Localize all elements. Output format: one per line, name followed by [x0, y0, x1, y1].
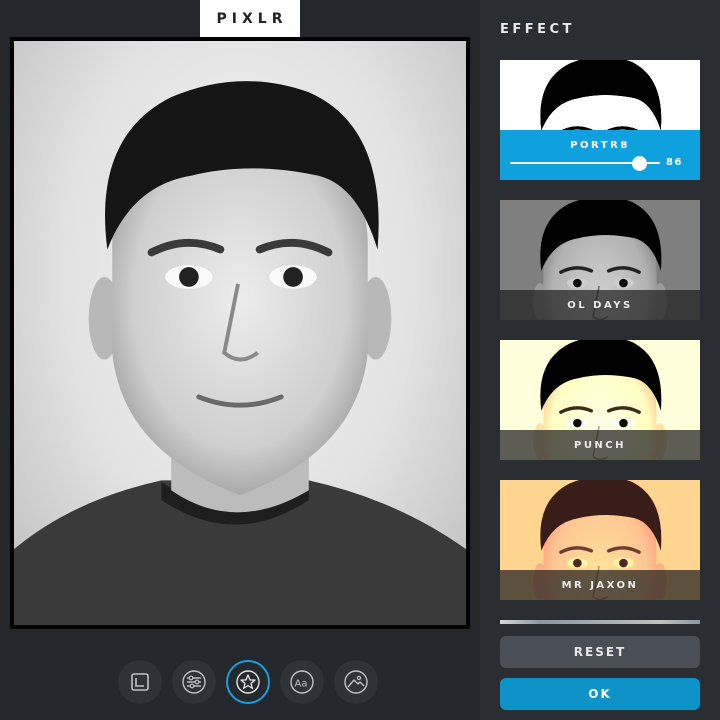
reset-button[interactable]: RESET: [500, 636, 700, 668]
effect-selected-controls: PORTR8 86: [500, 130, 700, 180]
effect-mr-jaxon[interactable]: MR JAXON: [500, 480, 700, 600]
portrait-photo: [14, 41, 466, 625]
effect-label: PORTR8: [570, 140, 630, 151]
effect-next-partial[interactable]: [500, 620, 700, 624]
effect-thumbnail: [500, 60, 700, 130]
effect-ol-days[interactable]: OL DAYS: [500, 200, 700, 320]
effect-portr8[interactable]: PORTR8 86: [500, 60, 700, 180]
intensity-value: 86: [666, 157, 683, 168]
effect-punch[interactable]: PUNCH: [500, 340, 700, 460]
adjust-sliders-icon: [182, 670, 206, 694]
panel-title: EFFECT: [500, 22, 575, 37]
logo-text: PIXLR: [216, 11, 288, 27]
overlay-tool-button[interactable]: [334, 660, 378, 704]
effect-label: OL DAYS: [500, 290, 700, 320]
adjust-tool-button[interactable]: [172, 660, 216, 704]
crop-tool-button[interactable]: [118, 660, 162, 704]
editor-area: PIXLR Aa: [0, 0, 480, 720]
intensity-slider-thumb[interactable]: [631, 156, 647, 171]
effect-list[interactable]: PORTR8 86 OL DAYS PUNCH MR JAXON: [500, 60, 700, 625]
photo-canvas[interactable]: [10, 37, 470, 629]
effect-star-icon: [236, 670, 260, 694]
svg-text:Aa: Aa: [295, 679, 308, 690]
crop-icon: [131, 673, 149, 691]
effect-panel: EFFECT PORTR8 86 OL DAYS PUNCH MR JAXON …: [480, 0, 720, 720]
effect-tool-button[interactable]: [226, 660, 270, 704]
effect-label: MR JAXON: [500, 570, 700, 600]
overlay-landscape-icon: [344, 670, 368, 694]
ok-button[interactable]: OK: [500, 678, 700, 710]
portrait-image: [14, 41, 466, 625]
pixlr-logo: PIXLR: [200, 0, 300, 38]
effect-label: PUNCH: [500, 430, 700, 460]
tool-bar: Aa: [0, 660, 480, 716]
text-tool-button[interactable]: Aa: [280, 660, 324, 704]
text-icon: Aa: [290, 670, 314, 694]
